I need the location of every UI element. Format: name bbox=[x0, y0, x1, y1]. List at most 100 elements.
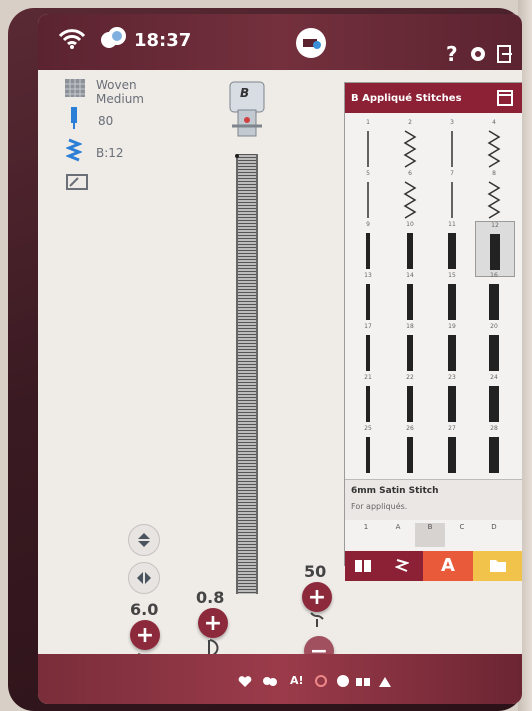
stitch-cell[interactable]: 11 bbox=[433, 221, 471, 275]
stitch-cell[interactable]: 6 bbox=[391, 170, 429, 224]
quilt-icon[interactable] bbox=[378, 676, 392, 688]
stitch-cell[interactable]: 14 bbox=[391, 272, 429, 326]
stitch-cell[interactable]: 5 bbox=[349, 170, 387, 224]
stitches-icon[interactable] bbox=[356, 676, 370, 688]
stitch-cell[interactable]: 19 bbox=[433, 323, 471, 377]
menu-bottom-tabs: A bbox=[345, 551, 522, 581]
stitch-pattern-icon bbox=[366, 335, 370, 371]
stitch-number: 3 bbox=[450, 119, 454, 126]
category-tab-d[interactable]: D bbox=[479, 523, 509, 547]
stitch-cell[interactable]: 16 bbox=[475, 272, 513, 326]
folder-tab[interactable] bbox=[473, 551, 522, 581]
category-tabs: 1 A B C D bbox=[345, 521, 522, 549]
stitch-number: 20 bbox=[490, 323, 498, 330]
mirror-vertical-button[interactable] bbox=[128, 524, 160, 556]
exit-icon[interactable] bbox=[496, 44, 514, 64]
settings-gear-icon[interactable] bbox=[468, 44, 488, 64]
presser-foot-code: B:12 bbox=[96, 146, 124, 160]
help-button[interactable]: ? bbox=[446, 42, 458, 66]
stitch-number: 7 bbox=[450, 170, 454, 177]
width-plus-button[interactable]: + bbox=[130, 620, 160, 650]
stitch-number: 15 bbox=[448, 272, 456, 279]
stitch-pattern-icon bbox=[407, 233, 413, 269]
stitch-pattern-icon bbox=[366, 233, 370, 269]
book-icon bbox=[355, 560, 371, 572]
stitch-cell[interactable]: 23 bbox=[433, 374, 471, 428]
book-tab[interactable] bbox=[345, 551, 381, 581]
stitch-cell[interactable]: 3 bbox=[433, 119, 471, 173]
stitch-cell[interactable]: 13 bbox=[349, 272, 387, 326]
category-tab-1[interactable]: 1 bbox=[351, 523, 381, 547]
stitch-cell[interactable]: 22 bbox=[391, 374, 429, 428]
stitch-cell[interactable]: 24 bbox=[475, 374, 513, 428]
folder-icon bbox=[490, 560, 506, 572]
category-tab-b[interactable]: B bbox=[415, 523, 445, 547]
stitch-cell[interactable]: 17 bbox=[349, 323, 387, 377]
menu-window-icon[interactable] bbox=[497, 90, 513, 106]
stitch-cell[interactable]: 12 bbox=[475, 221, 515, 277]
stitch-pattern-icon bbox=[487, 130, 501, 168]
stitch-number: 12 bbox=[491, 222, 499, 229]
density-plus-button[interactable]: + bbox=[302, 582, 332, 612]
mirror-horizontal-button[interactable] bbox=[128, 562, 160, 594]
stitch-number: 23 bbox=[448, 374, 456, 381]
stitch-cell[interactable]: 18 bbox=[391, 323, 429, 377]
stitch-number: 19 bbox=[448, 323, 456, 330]
stitch-pattern-icon bbox=[451, 182, 453, 218]
stitch-cell[interactable]: 7 bbox=[433, 170, 471, 224]
length-plus-button[interactable]: + bbox=[198, 608, 228, 638]
stitch-pattern-icon bbox=[448, 284, 456, 320]
stitch-number: 10 bbox=[406, 221, 414, 228]
alphabet-button[interactable]: A! bbox=[290, 674, 304, 687]
stitch-pattern-icon bbox=[407, 284, 413, 320]
stitch-pattern-icon bbox=[367, 182, 369, 218]
stitch-pattern-icon bbox=[403, 130, 417, 168]
bottom-tray: A! bbox=[38, 654, 522, 704]
stitch-cell[interactable]: 25 bbox=[349, 425, 387, 479]
needle-size: 80 bbox=[98, 114, 114, 128]
heart-icon[interactable] bbox=[238, 676, 252, 688]
stitch-number: 2 bbox=[408, 119, 412, 126]
stitch-cell[interactable]: 28 bbox=[475, 425, 513, 479]
stitch-number: 24 bbox=[490, 374, 498, 381]
stitch-number: 4 bbox=[492, 119, 496, 126]
stitch-tab[interactable] bbox=[381, 551, 423, 581]
stitch-pattern-icon bbox=[448, 386, 456, 422]
stitch-cell[interactable]: 1 bbox=[349, 119, 387, 173]
stitch-cell[interactable]: 21 bbox=[349, 374, 387, 428]
stitch-cell[interactable]: 8 bbox=[475, 170, 513, 224]
stitch-width-value: 6.0 bbox=[130, 600, 159, 619]
stitch-number: 28 bbox=[490, 425, 498, 432]
circle-icon[interactable] bbox=[336, 674, 350, 688]
cloud-sync-icon[interactable] bbox=[98, 26, 128, 50]
fabric-icon[interactable] bbox=[64, 78, 86, 98]
category-tab-a[interactable]: A bbox=[383, 523, 413, 547]
stitch-number: 8 bbox=[492, 170, 496, 177]
stitch-pattern-icon bbox=[366, 284, 370, 320]
mirror-horizontal-icon bbox=[137, 572, 151, 584]
font-tab[interactable]: A bbox=[423, 551, 473, 581]
presser-foot-graphic: B bbox=[228, 80, 266, 142]
fabric-type-line1: Woven bbox=[96, 78, 137, 92]
stitch-cell[interactable]: 9 bbox=[349, 221, 387, 275]
stitch-number: 14 bbox=[406, 272, 414, 279]
wifi-icon bbox=[58, 29, 86, 49]
stitch-cell[interactable]: 4 bbox=[475, 119, 513, 173]
stitch-number: 16 bbox=[490, 272, 498, 279]
stitch-cell[interactable]: 10 bbox=[391, 221, 429, 275]
ring-icon[interactable] bbox=[314, 674, 328, 688]
stitch-cell[interactable]: 2 bbox=[391, 119, 429, 173]
stitch-number: 21 bbox=[364, 374, 372, 381]
machine-status-icon[interactable] bbox=[296, 28, 326, 58]
stitch-cell[interactable]: 27 bbox=[433, 425, 471, 479]
stitch-pattern-icon bbox=[407, 437, 413, 473]
stitch-cell[interactable]: 20 bbox=[475, 323, 513, 377]
hoop-icon[interactable] bbox=[66, 174, 88, 190]
stitch-cell[interactable]: 26 bbox=[391, 425, 429, 479]
stitch-name: 6mm Satin Stitch bbox=[351, 486, 439, 496]
stitch-number: 13 bbox=[364, 272, 372, 279]
stitch-cell[interactable]: 15 bbox=[433, 272, 471, 326]
category-tab-c[interactable]: C bbox=[447, 523, 477, 547]
stitch-number: 9 bbox=[366, 221, 370, 228]
hearts-icon[interactable] bbox=[262, 676, 278, 688]
